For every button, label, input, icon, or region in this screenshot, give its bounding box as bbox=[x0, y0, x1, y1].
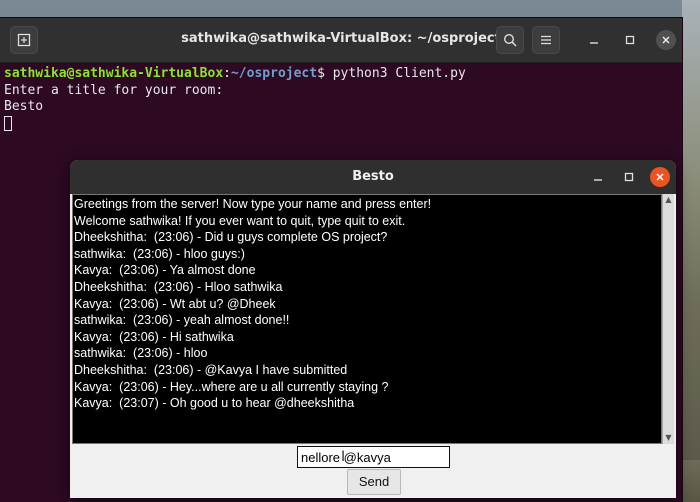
chat-message: Kavya: (23:06) - Wt abt u? @Dheek bbox=[74, 296, 276, 311]
scroll-up-arrow-icon[interactable]: ▲ bbox=[664, 195, 673, 205]
terminal-output-line: Besto bbox=[4, 99, 44, 114]
close-button[interactable] bbox=[656, 30, 676, 50]
terminal-header-bar: sathwika@sathwika-VirtualBox: ~/osprojec… bbox=[0, 18, 682, 63]
minimize-button[interactable] bbox=[580, 26, 608, 54]
search-button[interactable] bbox=[496, 26, 524, 54]
prompt-path: ~/osproject bbox=[230, 66, 318, 81]
chat-message: Kavya: (23:07) - Oh good u to hear @dhee… bbox=[74, 396, 355, 411]
hamburger-icon bbox=[541, 35, 551, 45]
chat-maximize-button[interactable] bbox=[619, 167, 639, 187]
chat-message: Kavya: (23:06) - Hi sathwika bbox=[74, 329, 234, 344]
chat-message: Dheekshitha: (23:06) - @Kavya I have sub… bbox=[74, 362, 348, 377]
terminal-output-line: Enter a title for your room: bbox=[4, 82, 224, 98]
chat-message: sathwika: (23:06) - hloo guys:) bbox=[74, 246, 245, 261]
chat-message: sathwika: (23:06) - yeah almost done!! bbox=[74, 313, 290, 328]
close-icon bbox=[662, 36, 670, 44]
chat-message: sathwika: (23:06) - hloo bbox=[74, 346, 208, 361]
send-button[interactable]: Send bbox=[347, 469, 401, 495]
prompt-user: sathwika@sathwika-VirtualBox bbox=[4, 66, 224, 81]
chat-message: Kavya: (23:06) - Ya almost done bbox=[74, 263, 256, 278]
chat-message: Dheekshitha: (23:06) - Hloo sathwika bbox=[74, 279, 283, 294]
chat-message: Greetings from the server! Now type your… bbox=[74, 197, 432, 211]
prompt-separator: : bbox=[223, 66, 231, 81]
minimize-icon bbox=[594, 179, 602, 181]
text-cursor-ibeam-icon: I bbox=[341, 449, 346, 465]
scroll-down-arrow-icon[interactable]: ▼ bbox=[664, 433, 673, 443]
terminal-cursor bbox=[4, 115, 12, 131]
chat-message: Welcome sathwika! If you ever want to qu… bbox=[74, 213, 406, 228]
prompt-end: $ bbox=[317, 66, 333, 81]
chat-header-bar: Besto bbox=[70, 160, 676, 194]
desktop-background bbox=[682, 0, 700, 502]
menu-button[interactable] bbox=[532, 26, 560, 54]
chat-minimize-button[interactable] bbox=[588, 167, 608, 187]
chat-close-button[interactable] bbox=[650, 167, 670, 187]
terminal-output[interactable]: sathwika@sathwika-VirtualBox:~/osproject… bbox=[0, 63, 682, 135]
maximize-icon bbox=[625, 35, 635, 45]
chat-message-log[interactable]: Greetings from the server! Now type your… bbox=[72, 194, 662, 444]
chat-message: Kavya: (23:06) - Hey...where are u all c… bbox=[74, 379, 389, 394]
chat-scrollbar[interactable]: ▲ ▼ bbox=[662, 194, 674, 444]
maximize-icon bbox=[624, 172, 634, 182]
terminal-command: python3 Client.py bbox=[332, 66, 466, 81]
minimize-icon bbox=[590, 42, 598, 44]
maximize-button[interactable] bbox=[616, 26, 644, 54]
chat-message: Dheekshitha: (23:06) - Did u guys comple… bbox=[74, 230, 388, 245]
search-icon bbox=[503, 33, 517, 47]
close-icon bbox=[656, 173, 664, 181]
message-input[interactable] bbox=[297, 446, 450, 468]
chat-window: Besto Greetings from the server! Now typ… bbox=[70, 160, 676, 498]
chat-title: Besto bbox=[352, 169, 394, 184]
